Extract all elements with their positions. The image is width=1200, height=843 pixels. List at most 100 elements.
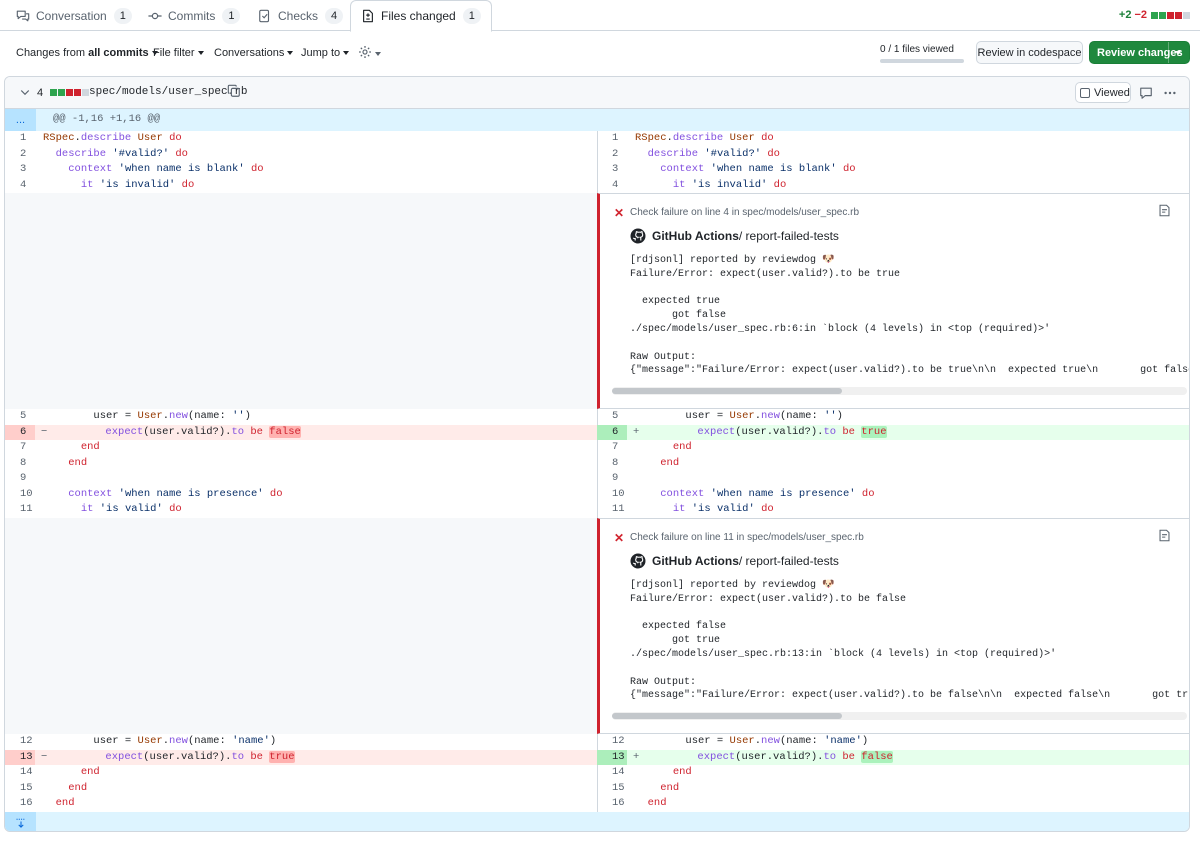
line-number[interactable]: 14 <box>597 765 627 781</box>
file-diff-icon <box>361 9 375 23</box>
viewed-checkbox-button[interactable]: Viewed <box>1075 82 1131 103</box>
tab-counter: 1 <box>222 7 241 24</box>
line-number[interactable]: 10 <box>5 487 35 503</box>
review-changes-button[interactable]: Review changes <box>1089 41 1190 64</box>
files-viewed-progress <box>880 59 964 63</box>
viewed-checkbox[interactable] <box>1080 87 1090 98</box>
diffstat-block <box>1159 11 1166 19</box>
tab-files-changed[interactable]: Files changed 1 <box>350 0 492 32</box>
line-number[interactable]: 3 <box>597 162 627 178</box>
hunk-header-text: @@ -1,16 +1,16 @@ <box>53 113 161 125</box>
line-number[interactable]: 10 <box>597 487 627 503</box>
line-number[interactable]: 15 <box>5 781 35 797</box>
annotation-app-name: GitHub Actions <box>652 229 739 243</box>
code-text: end <box>80 441 100 453</box>
code-text: end <box>672 441 692 453</box>
caret-down-icon <box>375 51 381 56</box>
line-number[interactable]: 11 <box>5 502 35 518</box>
line-number[interactable]: 1 <box>597 131 627 147</box>
diffstat-block <box>74 89 81 96</box>
conversations-label: Conversations <box>214 47 285 59</box>
file-header: 4 spec/models/user_spec.rb Viewed <box>5 77 1189 109</box>
code-text: end <box>660 781 680 794</box>
horizontal-scrollbar-thumb[interactable] <box>612 713 842 719</box>
tab-checks[interactable]: Checks 4 <box>248 0 353 31</box>
changes-from-dropdown[interactable]: Changes from all commits <box>16 47 158 59</box>
x-icon: ✕ <box>614 531 625 545</box>
file-filter-label: File filter <box>153 47 195 59</box>
line-number[interactable]: 15 <box>597 781 627 797</box>
line-number[interactable]: 11 <box>597 502 627 518</box>
unfold-down-icon <box>16 818 25 828</box>
line-number[interactable]: 9 <box>5 471 35 487</box>
line-number[interactable]: 4 <box>597 178 627 194</box>
kebab-horizontal-icon[interactable] <box>1163 86 1177 100</box>
line-number[interactable]: 9 <box>597 471 627 487</box>
line-number[interactable]: 13 <box>5 749 35 765</box>
file-filter-dropdown[interactable]: File filter <box>153 47 204 59</box>
diff-line-old: 8 end <box>5 456 597 472</box>
diff-row: 8 end 8 end <box>5 456 1189 472</box>
line-number[interactable]: 3 <box>5 162 35 178</box>
diff-line-old: 6− expect(user.valid?).to be false <box>5 424 597 440</box>
line-number[interactable]: 7 <box>5 440 35 456</box>
line-number[interactable]: 7 <box>597 440 627 456</box>
code-text: context 'when name is presence' do <box>68 487 283 500</box>
conversations-dropdown[interactable]: Conversations <box>214 47 294 59</box>
file-diffstat <box>49 89 89 96</box>
diffstat-block <box>50 89 57 96</box>
caret-down-icon <box>1175 50 1181 55</box>
line-number[interactable]: 5 <box>5 409 35 425</box>
line-number[interactable]: 8 <box>597 456 627 472</box>
copy-icon[interactable] <box>227 84 241 98</box>
deletions-count: −2 <box>1134 9 1147 21</box>
chevron-down-icon[interactable] <box>19 86 31 98</box>
diff-line-new: 3 context 'when name is blank' do <box>597 162 1189 178</box>
deletion-marker: − <box>41 750 48 763</box>
line-number[interactable]: 2 <box>5 147 35 163</box>
line-number[interactable]: 1 <box>5 131 35 147</box>
github-logo-icon <box>630 228 646 244</box>
code-text: context 'when name is blank' do <box>660 163 856 175</box>
diff-row: 15 end 15 end <box>5 781 1189 797</box>
diff-settings-button[interactable] <box>358 45 381 62</box>
line-number[interactable]: 12 <box>5 734 35 750</box>
code-text: it 'is invalid' do <box>80 178 195 191</box>
line-number[interactable]: 5 <box>597 409 627 425</box>
addition-marker: + <box>633 750 640 763</box>
line-number[interactable]: 8 <box>5 456 35 472</box>
horizontal-scrollbar-thumb[interactable] <box>612 388 842 394</box>
annotation-title: Check failure on line 11 in spec/models/… <box>630 532 864 543</box>
line-number[interactable]: 13 <box>597 749 627 765</box>
tab-commits[interactable]: Commits 1 <box>138 0 250 31</box>
line-number[interactable]: 6 <box>597 424 627 440</box>
expand-down-button[interactable] <box>5 812 36 831</box>
file-code-icon[interactable] <box>1158 529 1171 542</box>
line-number[interactable]: 14 <box>5 765 35 781</box>
diff-line-new: 10 context 'when name is presence' do <box>597 487 1189 503</box>
button-separator <box>1168 42 1169 63</box>
line-number[interactable]: 16 <box>597 796 627 812</box>
diff-row: 16 end 16 end <box>5 796 1189 812</box>
jump-to-dropdown[interactable]: Jump to <box>301 47 350 59</box>
diff-row: 10 context 'when name is presence' do 10 … <box>5 487 1189 503</box>
diff-row: 3 context 'when name is blank' do 3 conte… <box>5 162 1189 178</box>
line-number[interactable]: 2 <box>597 147 627 163</box>
file-path-link[interactable]: spec/models/user_spec.rb <box>89 86 247 98</box>
line-number[interactable]: 4 <box>5 178 35 194</box>
line-number[interactable]: 16 <box>5 796 35 812</box>
tab-label: Commits <box>168 8 216 23</box>
tab-conversation[interactable]: Conversation 1 <box>6 0 142 31</box>
comment-icon[interactable] <box>1139 86 1153 100</box>
expand-up-button[interactable]: ... <box>5 109 36 131</box>
review-in-codespace-button[interactable]: Review in codespace <box>976 41 1083 64</box>
file-code-icon[interactable] <box>1158 204 1171 217</box>
diff-line-new: 9 <box>597 471 1189 487</box>
diff-toolbar: Changes from all commits File filter Con… <box>0 38 1200 68</box>
line-number[interactable]: 6 <box>5 424 35 440</box>
tab-label: Checks <box>278 8 319 23</box>
line-number[interactable]: 12 <box>597 734 627 750</box>
annotation-title: Check failure on line 4 in spec/models/u… <box>630 207 860 218</box>
diff-row: 5 user = User.new(name: '') 5 user = User… <box>5 409 1189 425</box>
diff-line-new: 12 user = User.new(name: 'name') <box>597 734 1189 750</box>
